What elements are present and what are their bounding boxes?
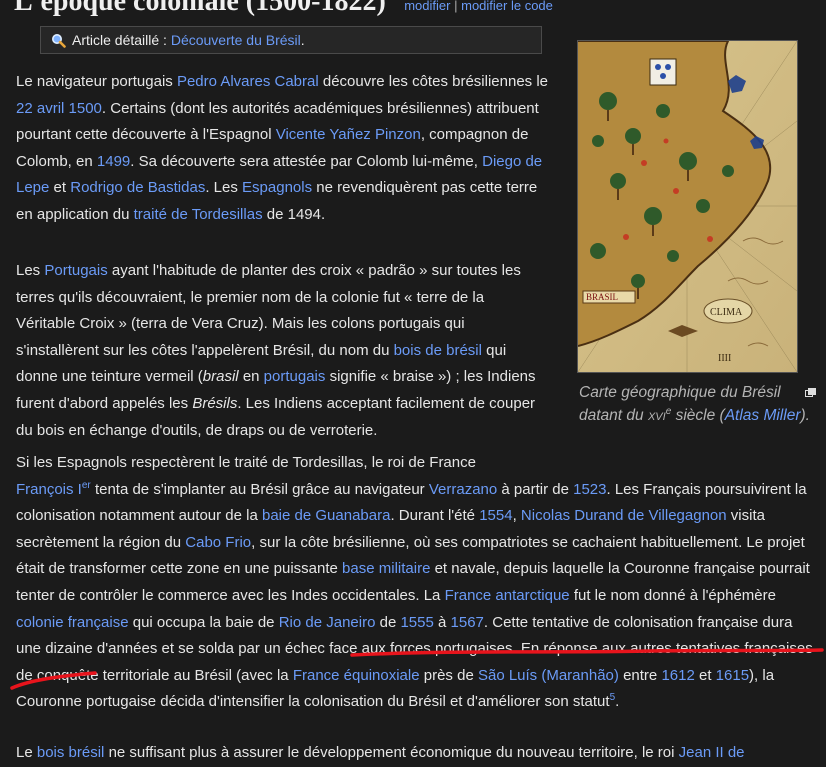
link-1567[interactable]: 1567 — [451, 614, 484, 631]
link-cabral[interactable]: Pedro Alvares Cabral — [177, 73, 319, 90]
edit-code-link[interactable]: modifier le code — [461, 0, 553, 13]
hatnote-link[interactable]: Découverte du Brésil — [171, 32, 301, 48]
link-bois-bresil[interactable]: bois brésil — [37, 744, 105, 761]
link-jean-ii[interactable]: Jean II de — [679, 744, 745, 761]
link-1554[interactable]: 1554 — [479, 507, 512, 524]
link-villegagnon[interactable]: Nicolas Durand de Villegagnon — [521, 507, 727, 524]
link-rio-de-janeiro[interactable]: Rio de Janeiro — [279, 614, 376, 631]
link-cabo-frio[interactable]: Cabo Frio — [185, 534, 251, 551]
link-tordesillas[interactable]: traité de Tordesillas — [134, 206, 263, 223]
map-image[interactable]: BRASIL CLIMA IIII — [577, 40, 798, 373]
link-langue-portugais[interactable]: portugais — [264, 368, 326, 385]
link-22-avril-1500[interactable]: 22 avril 1500 — [16, 100, 102, 117]
map-label-brasil: BRASIL — [586, 292, 618, 302]
link-portugais[interactable]: Portugais — [44, 262, 107, 279]
map-label-iiii: IIII — [718, 353, 731, 364]
link-1615[interactable]: 1615 — [716, 667, 749, 684]
link-espagnols[interactable]: Espagnols — [242, 179, 312, 196]
paragraph-french-colonisation: Si les Espagnols respectèrent le traité … — [16, 454, 813, 711]
link-1612[interactable]: 1612 — [661, 667, 694, 684]
italic-brasil: brasil — [202, 368, 239, 386]
paragraph-economy: Le bois brésil ne suffisant plus à assur… — [16, 744, 745, 761]
link-pinzon[interactable]: Vicente Yañez Pinzon — [276, 126, 421, 143]
link-colonie-francaise[interactable]: colonie française — [16, 614, 129, 631]
link-bastidas[interactable]: Rodrigo de Bastidas — [70, 179, 205, 196]
italic-bresils: Brésils — [192, 394, 238, 412]
link-base-militaire[interactable]: base militaire — [342, 560, 430, 577]
link-1555[interactable]: 1555 — [400, 614, 433, 631]
link-verrazano[interactable]: Verrazano — [429, 481, 497, 498]
section-heading-row: L'époque coloniale (1500-1822) modifier … — [14, 0, 814, 22]
link-francois-ier[interactable]: François Ier — [16, 480, 91, 498]
link-sao-luis[interactable]: São Luís (Maranhão) — [478, 667, 619, 684]
map-label-clima: CLIMA — [710, 307, 743, 318]
paragraph-discovery: Le navigateur portugais Pedro Alvares Ca… — [16, 73, 548, 223]
edit-link[interactable]: modifier — [404, 0, 450, 13]
edit-separator: | — [454, 0, 458, 13]
section-title: L'époque coloniale (1500-1822) — [14, 0, 386, 17]
link-france-equinoxiale[interactable]: France équinoxiale — [293, 667, 420, 684]
link-baie-de-guanabara[interactable]: baie de Guanabara — [262, 507, 390, 524]
hatnote: Article détaillé : Découverte du Brésil. — [40, 26, 542, 54]
hatnote-prefix: Article détaillé : — [72, 32, 167, 48]
link-atlas-miller[interactable]: Atlas Miller — [725, 407, 801, 424]
link-1523[interactable]: 1523 — [573, 481, 606, 498]
map-figure: BRASIL CLIMA IIII Carte géographique du … — [576, 39, 820, 453]
link-1499[interactable]: 1499 — [97, 153, 130, 170]
map-caption: Carte géographique du Brésil datant du x… — [579, 384, 810, 424]
edit-links: modifier | modifier le code — [404, 0, 553, 13]
magnifier-icon — [51, 30, 66, 48]
hatnote-suffix: . — [300, 32, 305, 48]
link-bois-de-bresil[interactable]: bois de brésil — [394, 342, 482, 359]
paragraph-naming: Les Portugais ayant l'habitude de plante… — [16, 262, 536, 439]
link-france-antarctique[interactable]: France antarctique — [445, 587, 570, 604]
